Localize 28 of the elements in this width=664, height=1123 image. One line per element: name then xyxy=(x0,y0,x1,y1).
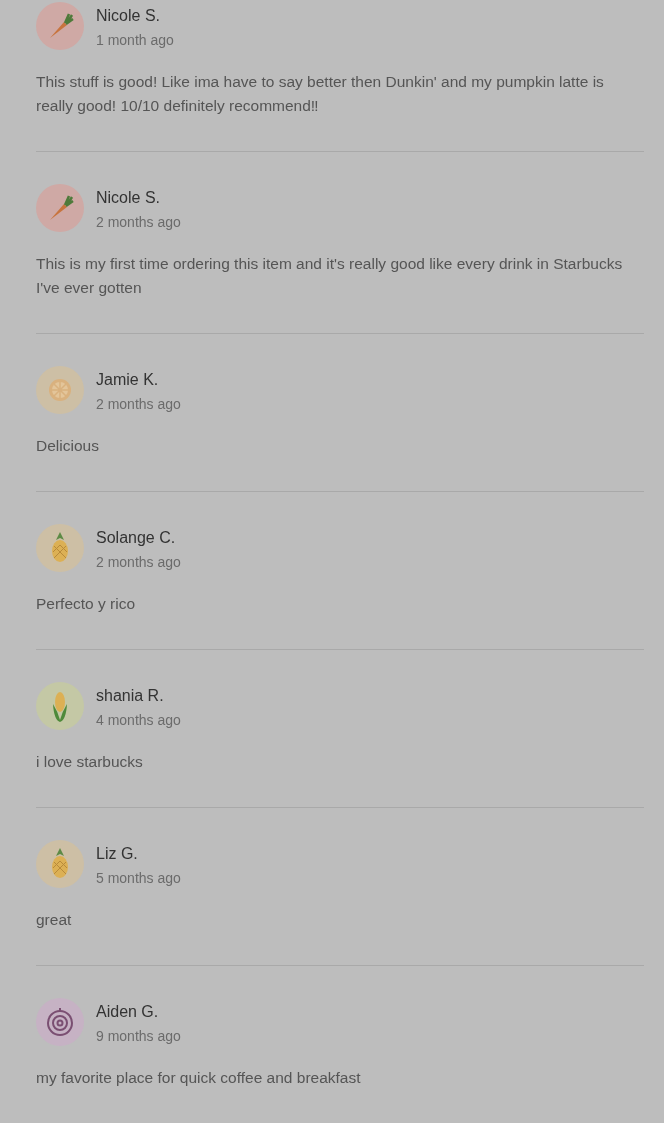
carrot-icon xyxy=(36,184,84,232)
review-text: Delicious xyxy=(36,436,100,456)
review-date: 2 months ago xyxy=(96,395,181,414)
review-text: my favorite place for quick coffee and breakfast xyxy=(36,1068,362,1088)
citrus-slice-icon xyxy=(36,366,84,414)
pineapple-icon xyxy=(36,524,84,572)
reviewer-name: Aiden G. xyxy=(96,1002,160,1022)
corn-icon xyxy=(36,682,84,730)
review-date: 2 months ago xyxy=(96,213,181,232)
reviewer-name: Jamie K. xyxy=(96,370,160,390)
reviewer-name: shania R. xyxy=(96,686,165,706)
review-text: This is my first time ordering this item and it's really good like every drink in Starbucks I've ever gotten xyxy=(36,254,624,298)
review-date: 9 months ago xyxy=(96,1027,181,1046)
review-date: 5 months ago xyxy=(96,869,181,888)
pineapple-icon xyxy=(36,840,84,888)
reviewer-name: Nicole S. xyxy=(96,188,162,208)
onion-icon xyxy=(36,998,84,1046)
review-text: i love starbucks xyxy=(36,752,144,772)
review-text: great xyxy=(36,910,73,930)
review-date: 1 month ago xyxy=(96,31,174,50)
review-text: This stuff is good! Like ima have to say better then Dunkin' and my pumpkin latte is really good! 10/10 definitely recommend‼ xyxy=(36,72,605,116)
review-date: 4 months ago xyxy=(96,711,181,730)
carrot-icon xyxy=(36,2,84,50)
reviewer-name: Liz G. xyxy=(96,844,139,864)
review-text: Perfecto y rico xyxy=(36,594,137,614)
reviewer-name: Solange C. xyxy=(96,528,177,548)
review-date: 2 months ago xyxy=(96,553,181,572)
reviewer-name: Nicole S. xyxy=(96,6,162,26)
